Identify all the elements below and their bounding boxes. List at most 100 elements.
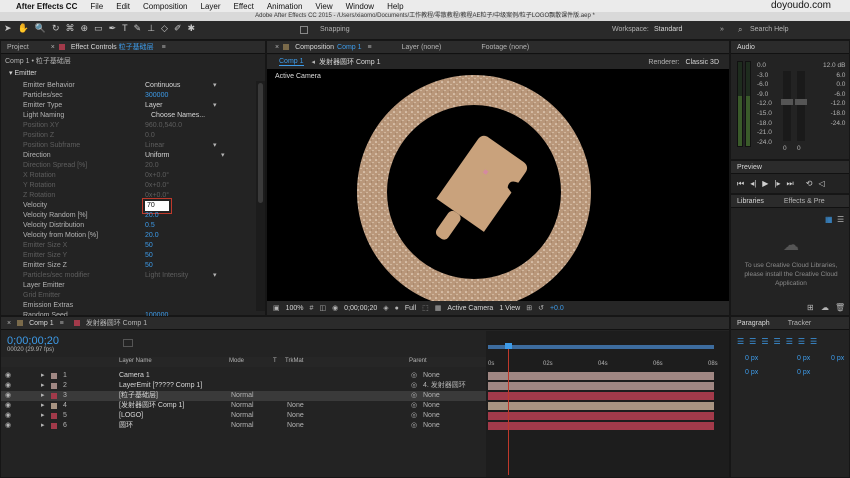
add-icon[interactable]: ⊞	[807, 303, 814, 312]
effect-row-value[interactable]: Continuous	[145, 81, 180, 91]
prev-frame-icon[interactable]: ◂|	[750, 179, 756, 189]
layer-name[interactable]: [发射器圆环 Comp 1]	[119, 401, 184, 411]
effect-row-label[interactable]: Particles/sec	[23, 91, 63, 101]
effect-row-value[interactable]: 0.0	[145, 131, 155, 141]
align-left-icon[interactable]: ☰	[737, 337, 744, 346]
effect-row-value[interactable]: 0x+0.0°	[145, 191, 169, 201]
effect-row-label[interactable]: Velocity	[23, 201, 47, 211]
exposure-value[interactable]: +0.0	[550, 305, 564, 312]
grid-view-icon[interactable]: ▦	[825, 215, 833, 224]
layer-row[interactable]: ◉ ▸ 6 圆环 Normal None ◎ None	[1, 421, 486, 431]
velocity-input[interactable]: 70	[142, 198, 172, 214]
expand-chevron-icon[interactable]: ▸	[41, 391, 45, 401]
effect-row-label[interactable]: Position XY	[23, 121, 59, 131]
search-input[interactable]	[123, 339, 133, 347]
effect-row-value[interactable]: 0.5	[145, 221, 155, 231]
parent-pickwhip-icon[interactable]: ◎	[411, 421, 417, 431]
layer-parent[interactable]: None	[423, 411, 440, 421]
layer-parent[interactable]: 4. 发射器圆环	[423, 381, 466, 391]
timeline-graph[interactable]: 0s 02s 04s 06s 08s	[486, 331, 729, 477]
layer-row[interactable]: ◉ ▸ 4 [发射器圆环 Comp 1] Normal None ◎ None	[1, 401, 486, 411]
snapping-checkbox[interactable]	[300, 26, 308, 34]
playhead-handle[interactable]	[505, 343, 512, 349]
play-icon[interactable]: ▶	[762, 179, 768, 189]
layer-name[interactable]: [粒子基础层]	[119, 391, 158, 401]
layer-mode[interactable]: Normal	[231, 411, 254, 421]
audio-fader-right[interactable]	[795, 71, 807, 141]
eye-icon[interactable]: ◉	[5, 381, 11, 391]
roto-tool-icon[interactable]: ✐	[174, 23, 182, 34]
expand-chevron-icon[interactable]: ▸	[41, 411, 45, 421]
effect-row-label[interactable]: Position Z	[23, 131, 54, 141]
tab-timeline-sub[interactable]: 发射器圆环 Comp 1	[86, 318, 147, 328]
snapshot-icon[interactable]: ◈	[383, 304, 388, 312]
effect-row-label[interactable]: Emitter Size Z	[23, 261, 67, 271]
parent-pickwhip-icon[interactable]: ◎	[411, 411, 417, 421]
menu-animation[interactable]: Animation	[267, 2, 303, 11]
puppet-tool-icon[interactable]: ✱	[188, 23, 196, 34]
chevron-down-icon[interactable]: ▾	[221, 151, 225, 161]
parent-pickwhip-icon[interactable]: ◎	[411, 391, 417, 401]
effect-row-value[interactable]: Uniform	[145, 151, 170, 161]
layer-bar[interactable]	[488, 422, 714, 430]
layer-row[interactable]: ◉ ▸ 2 LayerEmit [????? Comp 1] ◎ 4. 发射器圆环	[1, 381, 486, 391]
tab-composition[interactable]: Composition	[295, 44, 334, 51]
label-color[interactable]	[51, 383, 57, 389]
flow-sub[interactable]: 发射器圆环 Comp 1	[319, 57, 380, 67]
layer-trkmat[interactable]: None	[287, 421, 304, 431]
effect-row-label[interactable]: Emitter Type	[23, 101, 62, 111]
menu-composition[interactable]: Composition	[143, 2, 187, 11]
effect-row-label[interactable]: Light Naming	[23, 111, 64, 121]
layer-row[interactable]: ◉ ▸ 1 Camera 1 ◎ None	[1, 371, 486, 381]
effect-row-label[interactable]: Layer Emitter	[23, 281, 65, 291]
toggle-icon[interactable]: ⊞	[526, 304, 532, 312]
tab-effects-presets[interactable]: Effects & Pre	[784, 198, 825, 205]
menu-file[interactable]: File	[90, 2, 103, 11]
effect-row-value[interactable]: 960.0,540.0	[145, 121, 182, 131]
effect-row-value[interactable]: 20.0	[145, 211, 159, 221]
menu-effect[interactable]: Effect	[234, 2, 254, 11]
flow-comp[interactable]: Comp 1	[279, 58, 304, 66]
chevron-down-icon[interactable]: ▾	[213, 141, 217, 151]
playhead[interactable]	[508, 345, 509, 475]
tab-comp-name[interactable]: Comp 1	[337, 44, 362, 51]
effect-row-label[interactable]: Direction Spread [%]	[23, 161, 87, 171]
list-view-icon[interactable]: ☰	[837, 215, 844, 224]
panel-menu-icon[interactable]: ≡	[162, 44, 166, 51]
effect-row-label[interactable]: Y Rotation	[23, 181, 56, 191]
mask-icon[interactable]: ◫	[319, 304, 326, 312]
close-icon[interactable]: ×	[7, 320, 11, 327]
menu-layer[interactable]: Layer	[201, 2, 221, 11]
parent-pickwhip-icon[interactable]: ◎	[411, 381, 417, 391]
layer-name[interactable]: LayerEmit [????? Comp 1]	[119, 381, 202, 391]
quality-select[interactable]: Full	[405, 305, 416, 312]
effect-row-value[interactable]: 0x+0.0°	[145, 181, 169, 191]
layer-name[interactable]: 圆环	[119, 421, 133, 431]
chevron-down-icon[interactable]: ▾	[213, 101, 217, 111]
eye-icon[interactable]: ◉	[5, 421, 11, 431]
indent-first[interactable]: 0 px	[831, 355, 844, 362]
layer-trkmat[interactable]: None	[287, 411, 304, 421]
layer-name[interactable]: Camera 1	[119, 371, 150, 381]
magnify-icon[interactable]: ▣	[273, 304, 280, 312]
chevron-down-icon[interactable]: ▾	[213, 271, 217, 281]
indent-right[interactable]: 0 px	[797, 355, 810, 362]
loop-icon[interactable]: ⟲	[806, 179, 813, 189]
close-icon[interactable]: ×	[51, 44, 55, 51]
effect-row-label[interactable]: X Rotation	[23, 171, 56, 181]
effect-row-value[interactable]: 20.0	[145, 161, 159, 171]
menu-view[interactable]: View	[315, 2, 332, 11]
menu-app[interactable]: After Effects CC	[16, 2, 77, 11]
search-help-input[interactable]: Search Help	[750, 26, 789, 33]
effect-row-label[interactable]: Particles/sec modifier	[23, 271, 90, 281]
indent-left[interactable]: 0 px	[745, 355, 758, 362]
effect-row-value[interactable]: 50	[145, 251, 153, 261]
effect-row-label[interactable]: Velocity Random [%]	[23, 211, 88, 221]
tab-tracker[interactable]: Tracker	[788, 320, 811, 327]
expand-chevron-icon[interactable]: ▸	[41, 401, 45, 411]
search-icon[interactable]: ⌕	[738, 25, 742, 35]
view-count-select[interactable]: 1 View	[499, 305, 520, 312]
layer-parent[interactable]: None	[423, 401, 440, 411]
effect-row-value[interactable]: 300000	[145, 91, 168, 101]
layer-parent[interactable]: None	[423, 421, 440, 431]
